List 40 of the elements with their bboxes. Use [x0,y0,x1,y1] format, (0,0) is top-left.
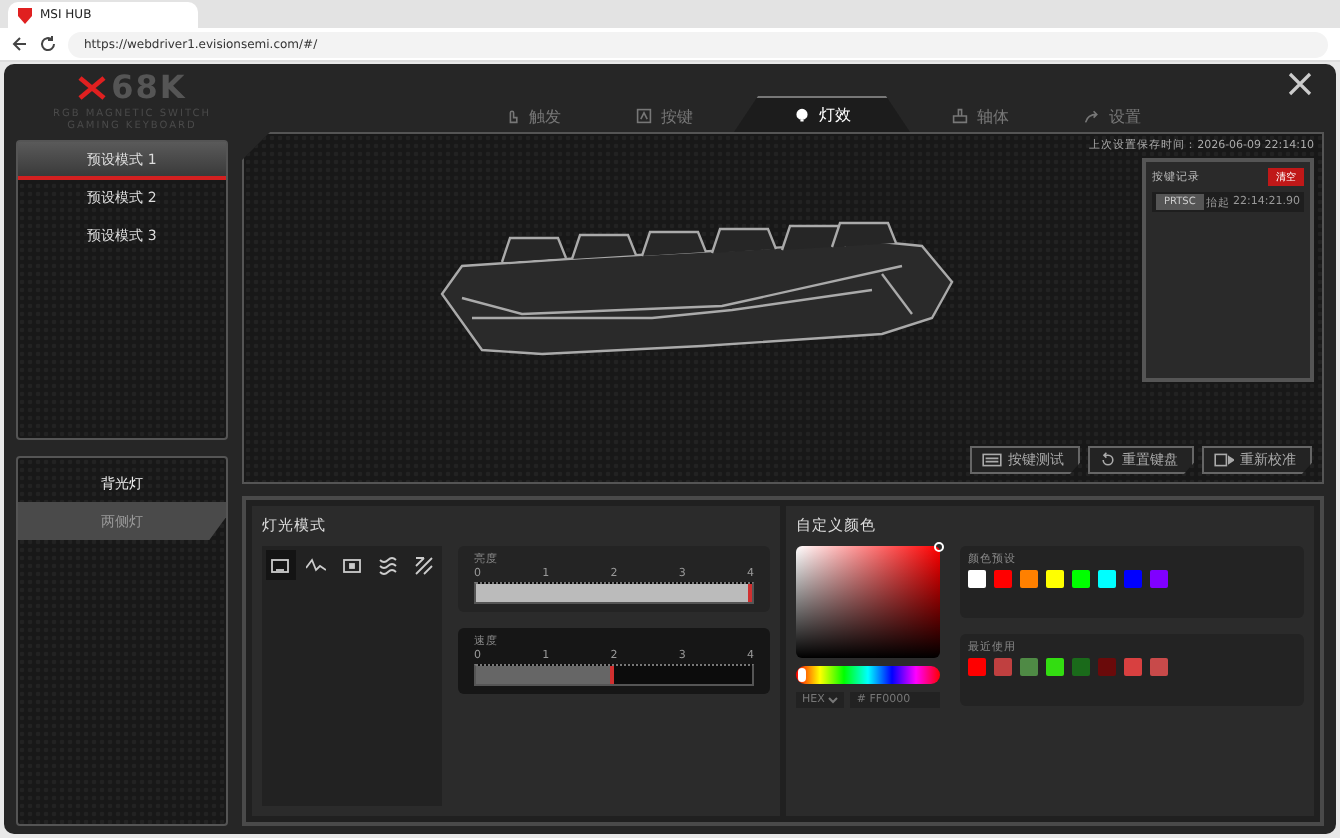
color-swatch[interactable] [1124,658,1142,676]
close-icon [1288,72,1312,96]
hue-slider[interactable] [796,666,940,684]
color-swatch[interactable] [1072,570,1090,588]
color-swatch[interactable] [968,658,986,676]
diagonal-stripes-icon [413,555,434,575]
color-swatch[interactable] [1098,658,1116,676]
color-swatch[interactable] [1150,570,1168,588]
color-swatch[interactable] [1046,658,1064,676]
color-swatch[interactable] [1046,570,1064,588]
color-swatch[interactable] [1150,658,1168,676]
color-swatch[interactable] [1020,658,1038,676]
color-gradient-picker[interactable] [796,546,940,658]
reload-icon[interactable] [40,36,56,52]
caret-icon [828,696,839,704]
zigzag-icon [306,555,327,575]
color-swatch[interactable] [1124,570,1142,588]
color-swatch[interactable] [1072,658,1090,676]
color-swatch[interactable] [1098,570,1116,588]
color-swatch[interactable] [968,570,986,588]
screen-icon [270,555,291,575]
framed-square-icon [341,555,362,575]
slider-track[interactable] [474,664,754,686]
color-swatch[interactable] [994,570,1012,588]
mode-button[interactable] [266,550,296,580]
keyboard-icon [982,452,1002,468]
share-arrow-icon [1083,108,1099,124]
bulb-icon [793,107,809,123]
switch-icon [951,108,967,124]
shield-icon [18,7,32,23]
x-logo-icon [77,76,106,100]
color-swatch[interactable] [1020,570,1038,588]
color-swatch[interactable] [994,658,1012,676]
nav-tab[interactable]: 灯效 [734,96,910,132]
back-arrow-icon[interactable] [12,36,28,52]
calibrate-icon [1214,452,1234,468]
reset-icon [1100,452,1116,468]
hue-slider-thumb[interactable] [798,668,806,682]
waves-icon [377,555,398,575]
key-icon [635,108,651,124]
